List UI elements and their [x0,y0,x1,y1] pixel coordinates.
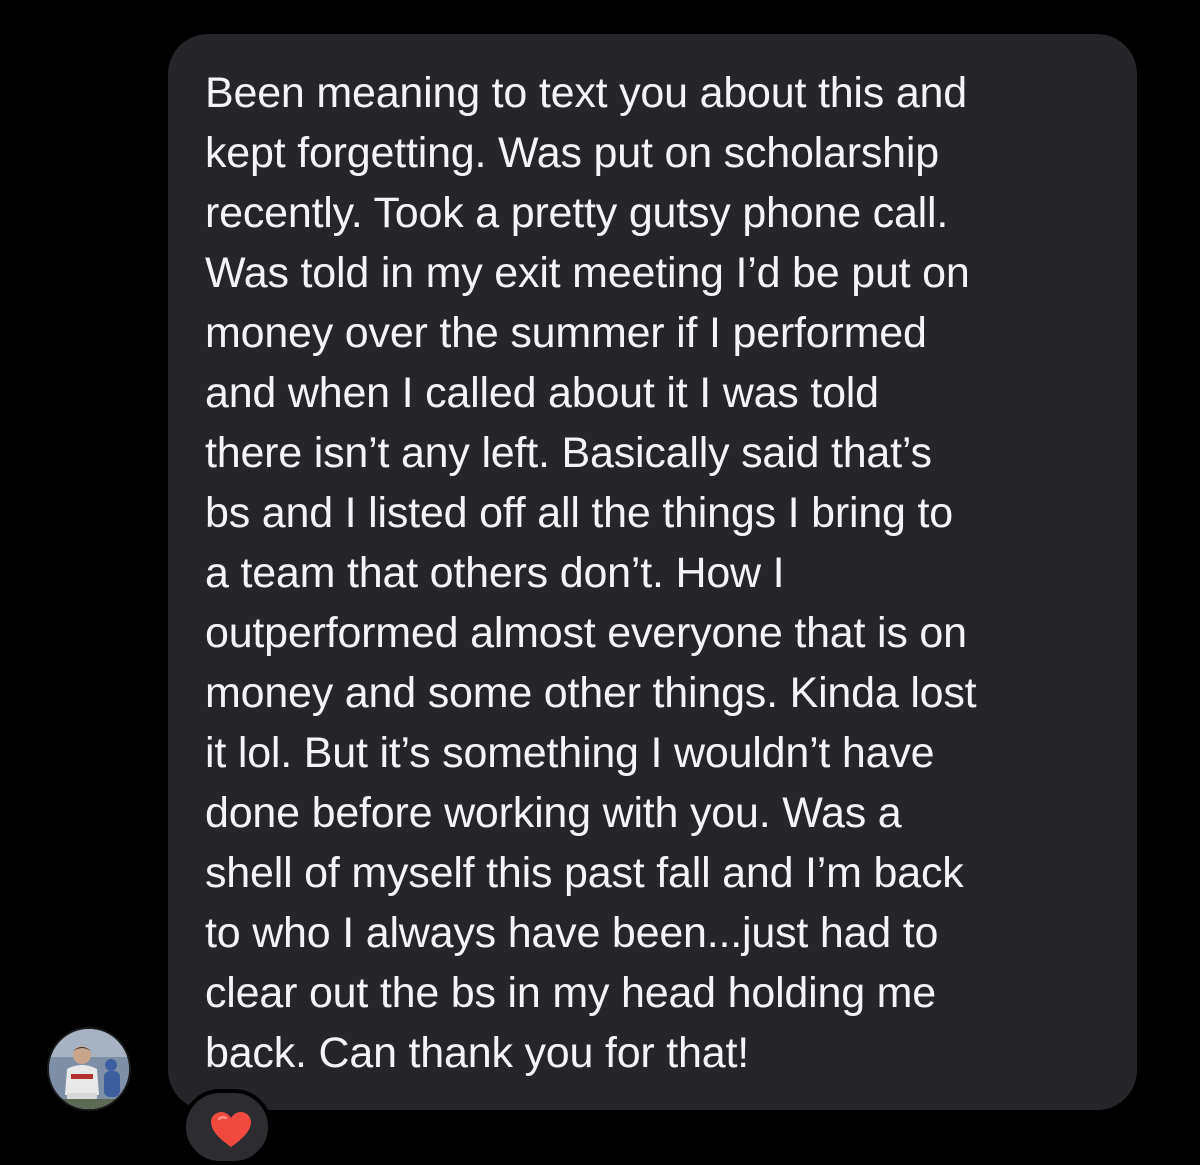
message-line: there isn’t any left. Basically said tha… [205,429,932,477]
message-line: money over the summer if I performed [205,309,927,357]
message-line: money and some other things. Kinda lost [205,669,977,717]
sender-avatar[interactable] [47,1027,131,1111]
message-line: shell of myself this past fall and I’m b… [205,849,964,897]
message-line: Been meaning to text you about this and [205,69,967,117]
message-line: back. Can thank you for that! [205,1029,749,1077]
message-line: bs and I listed off all the things I bri… [205,489,953,537]
message-line: to who I always have been...just had to [205,909,939,957]
heart-icon [211,1112,251,1147]
message-line: kept forgetting. Was put on scholarship [205,129,939,177]
message-line: Was told in my exit meeting I’d be put o… [205,249,970,297]
message-line: it lol. But it’s something I wouldn’t ha… [205,729,935,777]
message-line: a team that others don’t. How I [205,549,785,597]
message-line: clear out the bs in my head holding me [205,969,937,1017]
message-line: recently. Took a pretty gutsy phone call… [205,189,949,237]
message-line: outperformed almost everyone that is on [205,609,967,657]
message-line: done before working with you. Was a [205,789,902,837]
avatar-photo-icon [49,1029,129,1109]
reaction-badge[interactable] [182,1089,272,1165]
message-line: and when I called about it I was told [205,369,879,417]
